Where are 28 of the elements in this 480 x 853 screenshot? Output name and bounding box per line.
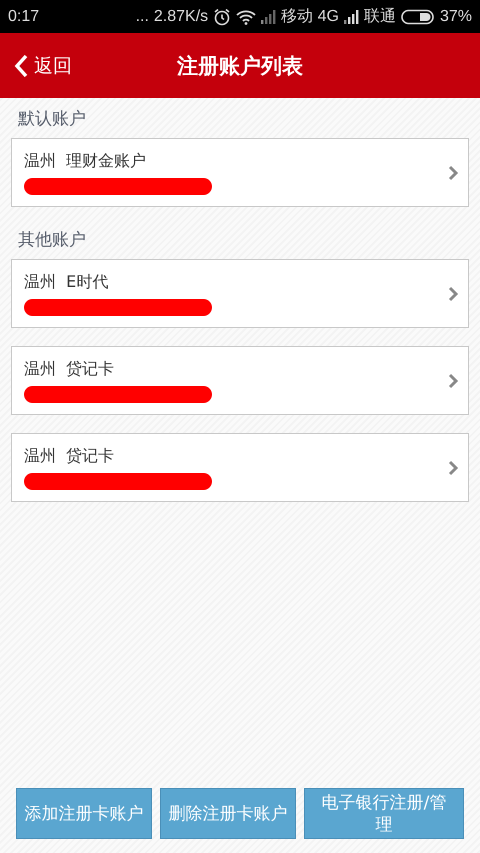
account-card[interactable]: 温州 贷记卡 bbox=[11, 346, 469, 415]
back-button[interactable]: 返回 bbox=[14, 52, 72, 78]
account-name: 温州 贷记卡 bbox=[24, 358, 116, 380]
battery-percent: 37% bbox=[440, 8, 472, 26]
page-title: 注册账户列表 bbox=[177, 52, 303, 80]
clock-time: 0:17 bbox=[8, 8, 40, 26]
signal-icon bbox=[344, 8, 359, 24]
account-card[interactable]: 温州 理财金账户 bbox=[11, 138, 469, 207]
alarm-icon bbox=[213, 8, 232, 26]
chevron-right-icon bbox=[448, 460, 458, 476]
section-label: 默认账户 bbox=[17, 108, 87, 131]
account-name: 温州 贷记卡 bbox=[24, 446, 116, 466]
wifi-icon bbox=[236, 8, 256, 24]
account-name: 温州 理财金账户 bbox=[24, 150, 148, 172]
chevron-right-icon bbox=[448, 164, 458, 180]
account-card[interactable]: 温州 贷记卡 bbox=[11, 433, 469, 502]
carrier-name: 联通 bbox=[364, 6, 396, 27]
battery-icon bbox=[400, 8, 435, 24]
account-name: 温州 E时代 bbox=[24, 272, 110, 292]
signal-icon bbox=[261, 8, 276, 24]
chevron-right-icon bbox=[448, 372, 458, 388]
chevron-right-icon bbox=[448, 286, 458, 302]
network-speed: 2.87K/s bbox=[154, 8, 208, 26]
carrier-name: 移动 4G bbox=[281, 7, 339, 27]
more-indicator: ... bbox=[136, 8, 149, 26]
chevron-left-icon bbox=[14, 54, 28, 78]
account-card[interactable]: 温州 E时代 bbox=[11, 259, 469, 328]
section-label: 其他账户 bbox=[17, 229, 87, 252]
